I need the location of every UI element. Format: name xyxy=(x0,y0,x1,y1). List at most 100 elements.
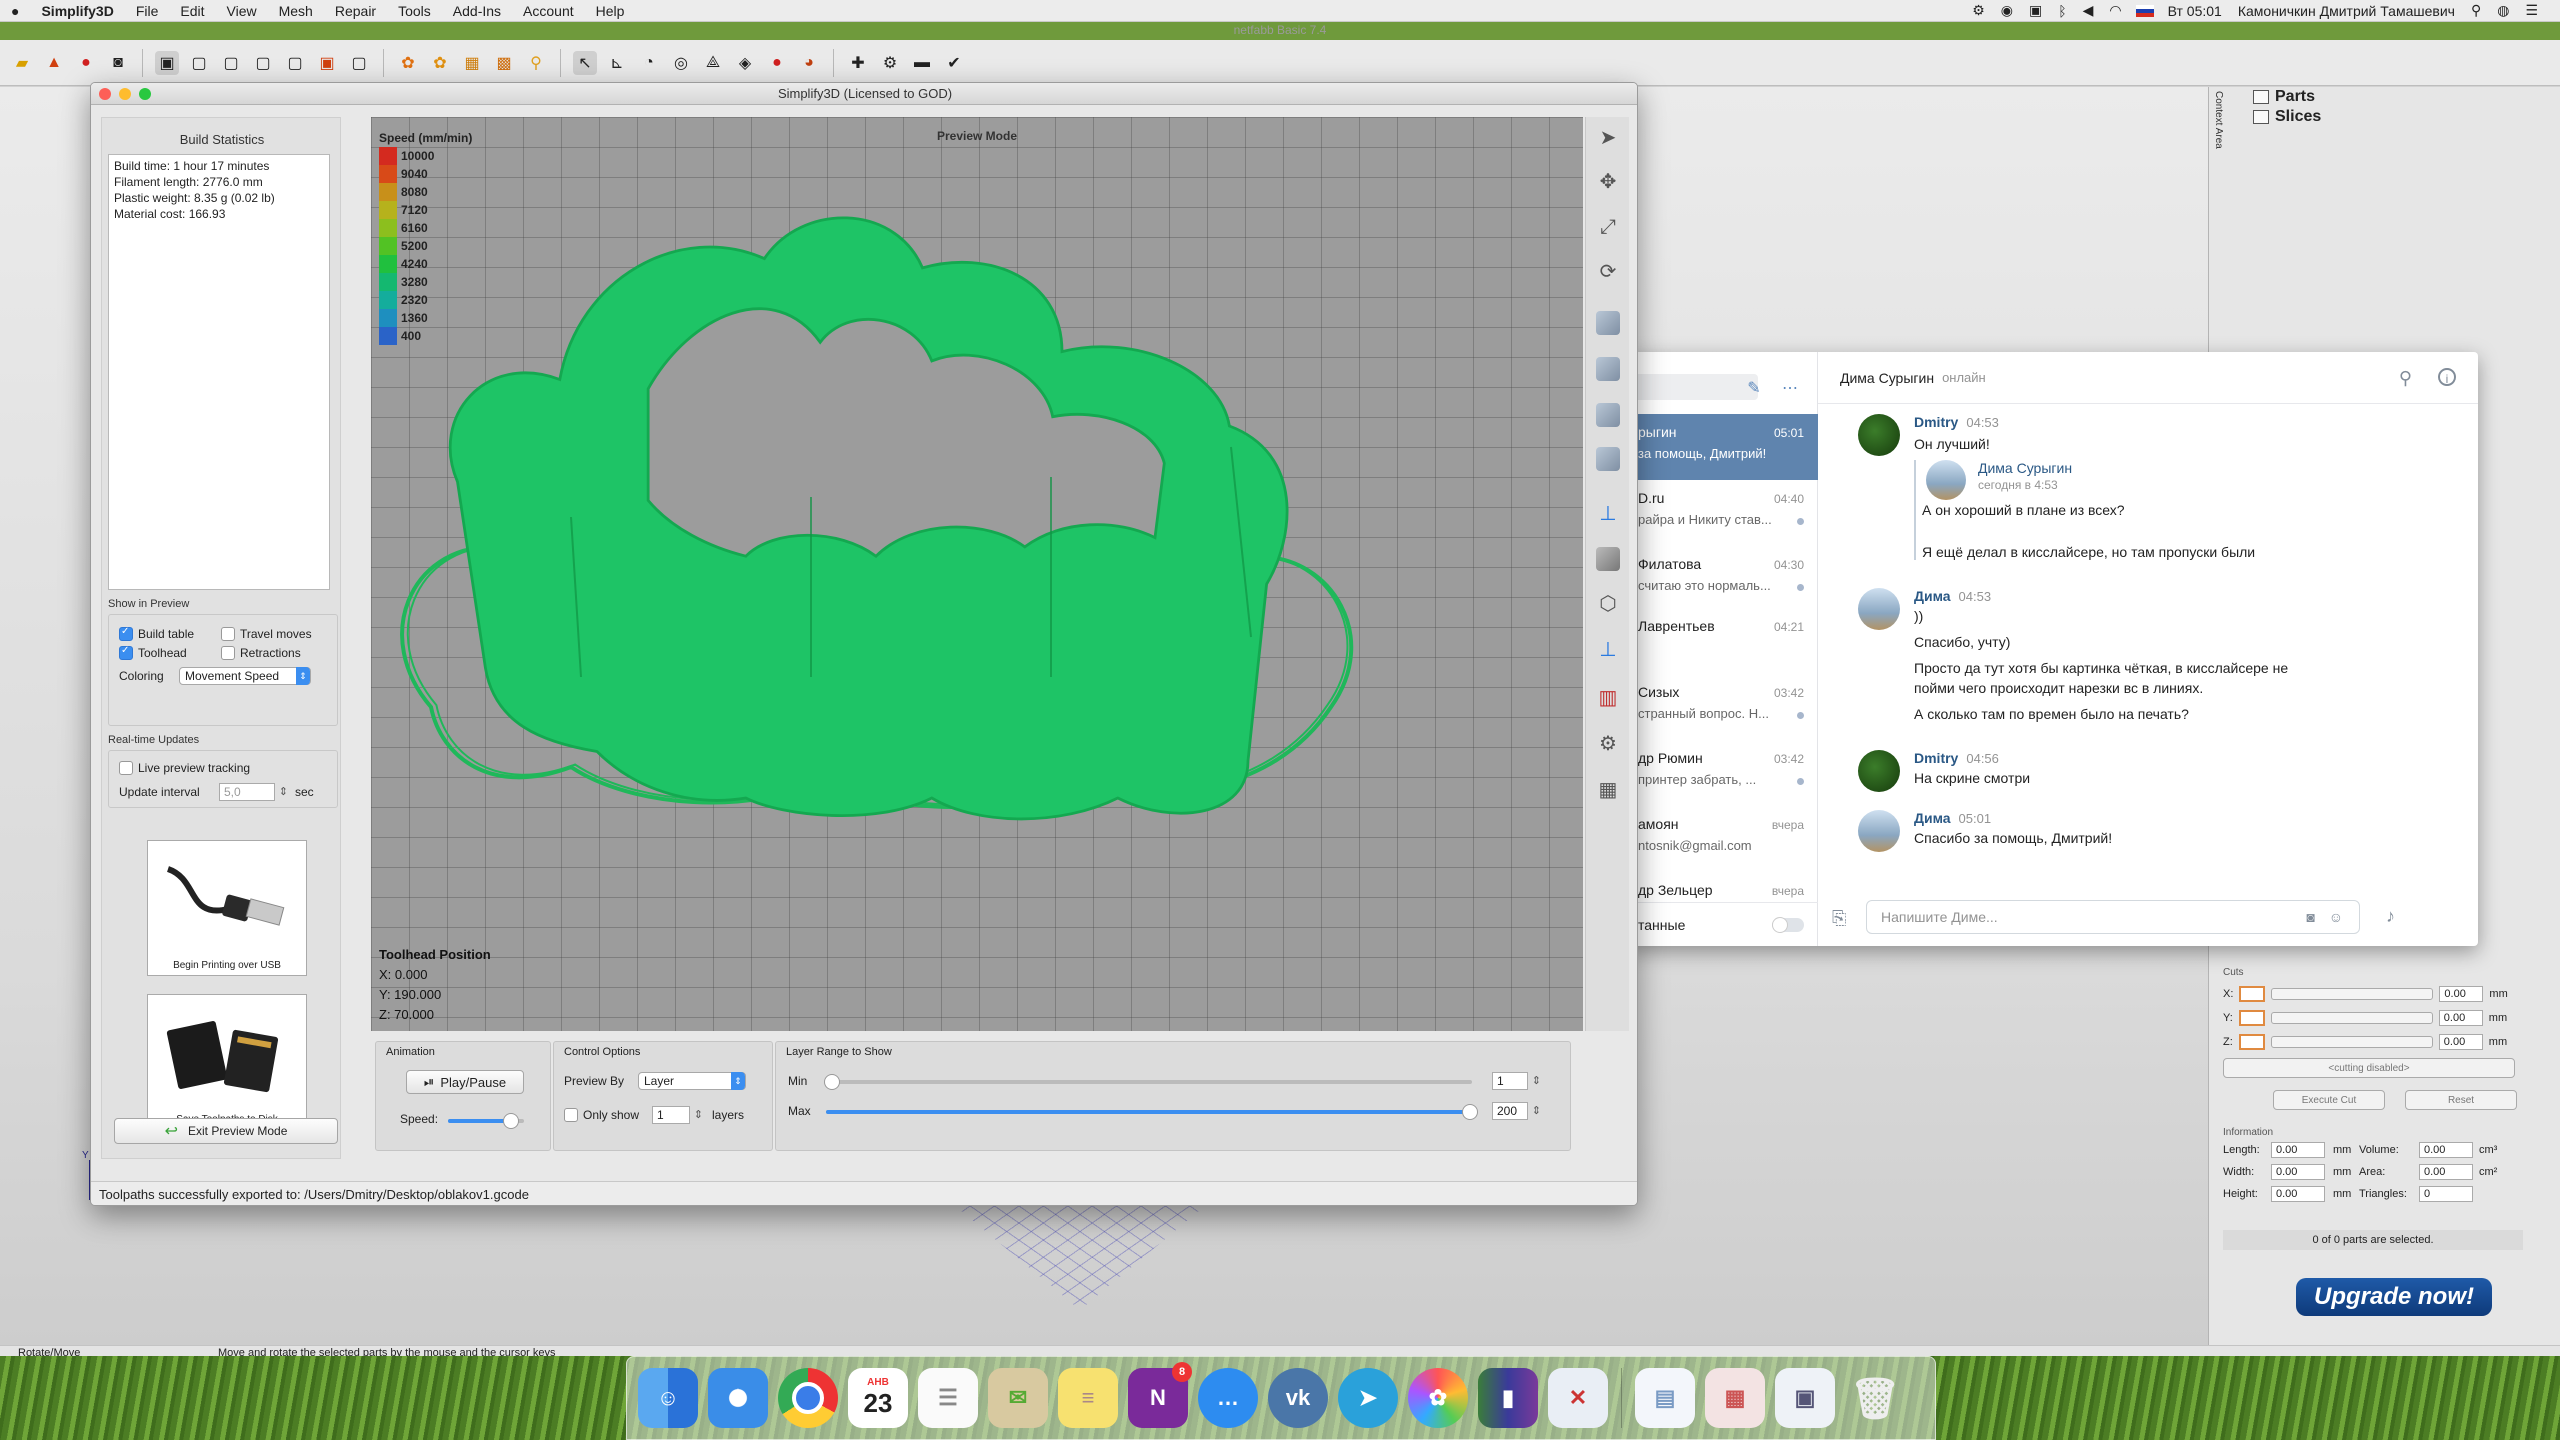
repair-icon[interactable]: ● xyxy=(74,51,98,75)
upgrade-button[interactable]: Upgrade now! xyxy=(2296,1278,2492,1316)
dialog-item[interactable]: Сизых 03:42 странный вопрос. Н... xyxy=(1630,674,1818,740)
layers-icon[interactable]: ▦ xyxy=(1592,773,1624,805)
chat-info-icon[interactable]: i xyxy=(2438,368,2456,386)
calendar-icon[interactable]: АНВ 23 xyxy=(848,1368,908,1428)
chrome-icon[interactable] xyxy=(778,1368,838,1428)
notes-icon[interactable]: ≡ xyxy=(1058,1368,1118,1428)
view-iso-icon[interactable]: ▢ xyxy=(347,51,371,75)
surface-icon[interactable]: ◎ xyxy=(669,51,693,75)
execute-cut-button[interactable]: Execute Cut xyxy=(2273,1090,2385,1110)
dialog-item[interactable]: др Рюмин 03:42 принтер забрать, ... xyxy=(1630,740,1818,806)
minimize-icon[interactable] xyxy=(119,88,131,100)
reset-button[interactable]: Reset xyxy=(2405,1090,2517,1110)
speed-slider-knob[interactable] xyxy=(503,1113,520,1129)
forwarded-author[interactable]: Дима Сурыгин xyxy=(1978,460,2072,476)
dialog-item[interactable]: рыгин 05:01 за помощь, Дмитрий! xyxy=(1630,414,1818,480)
menu-edit[interactable]: Edit xyxy=(169,3,215,19)
cut-slider[interactable] xyxy=(2271,988,2434,1000)
tree-item-parts[interactable]: Parts xyxy=(2253,87,2321,107)
documents-icon[interactable]: ▤ xyxy=(1635,1368,1695,1428)
view-front-icon[interactable]: ▣ xyxy=(155,50,179,75)
trash-icon[interactable]: 🗑 xyxy=(1845,1368,1905,1428)
menu-file[interactable]: File xyxy=(125,3,170,19)
view-top-cube-icon[interactable] xyxy=(1596,403,1620,427)
open-icon[interactable]: ▰ xyxy=(10,51,34,75)
dialog-item[interactable]: амоян вчера ntosnik@gmail.com xyxy=(1630,806,1818,872)
dialog-item[interactable]: Филатова 04:30 считаю это нормаль... xyxy=(1630,546,1818,612)
save-toolpaths-card[interactable]: Save Toolpaths to Disk xyxy=(147,994,307,1130)
photos-icon[interactable]: ✿ xyxy=(1408,1368,1468,1428)
color-icon[interactable]: ● xyxy=(765,51,789,75)
menu-view[interactable]: View xyxy=(216,3,268,19)
view-right-icon[interactable]: ▢ xyxy=(251,51,275,75)
camera-icon[interactable]: ◙ xyxy=(2307,909,2315,925)
clock[interactable]: Вт 05:01 xyxy=(2160,3,2230,19)
view-bottom-icon[interactable]: ▣ xyxy=(315,51,339,75)
view-back-icon[interactable]: ▢ xyxy=(187,51,211,75)
app-menu[interactable]: Simplify3D xyxy=(30,3,124,19)
attach-icon[interactable]: ⎘ xyxy=(1832,908,1846,929)
only-show-checkbox[interactable]: Only show xyxy=(564,1108,639,1122)
build-table-checkbox[interactable]: Build table xyxy=(119,626,194,641)
message-author[interactable]: Dmitry 04:56 xyxy=(1914,750,1999,766)
user-name[interactable]: Камоничкин Дмитрий Тамашевич xyxy=(2230,3,2463,19)
coloring-select[interactable]: Movement Speed ⇕ xyxy=(179,667,311,685)
retractions-checkbox[interactable]: Retractions xyxy=(221,646,301,660)
finder-icon[interactable]: ☺ xyxy=(638,1368,698,1428)
tree-item-slices[interactable]: Slices xyxy=(2253,107,2321,127)
cura-icon[interactable]: ▮ xyxy=(1478,1368,1538,1428)
message-author[interactable]: Дима 04:53 xyxy=(1914,588,1991,604)
scale-icon[interactable]: ⤢ xyxy=(1592,211,1624,243)
mail-stamp-icon[interactable]: ✉ xyxy=(988,1368,1048,1428)
dialog-item[interactable]: Лаврентьев 04:21 xyxy=(1630,608,1818,674)
shell-icon[interactable]: ◈ xyxy=(733,51,757,75)
max-layer-slider[interactable] xyxy=(826,1104,1478,1120)
close-icon[interactable] xyxy=(99,88,111,100)
chat-search-icon[interactable]: ⚲ xyxy=(2399,368,2412,389)
menu-help[interactable]: Help xyxy=(585,3,636,19)
view-left-icon[interactable]: ▢ xyxy=(219,51,243,75)
wireframe-icon[interactable]: ⬡ xyxy=(1592,587,1624,619)
cut-color-swatch[interactable] xyxy=(2238,1010,2265,1026)
light-icon[interactable]: ◔ xyxy=(637,51,661,75)
netfabb-icon[interactable]: ✕ xyxy=(1548,1368,1608,1428)
menu-tools[interactable]: Tools xyxy=(387,3,442,19)
rotate-icon[interactable]: ⟳ xyxy=(1592,255,1624,287)
solid-view-icon[interactable] xyxy=(1596,547,1620,571)
max-layer-field[interactable]: 200 xyxy=(1492,1102,1541,1120)
travel-moves-checkbox[interactable]: Travel moves xyxy=(221,627,312,641)
sphere-icon[interactable]: ◕ xyxy=(797,51,821,75)
mesh-tool-icon[interactable]: ✿ xyxy=(396,51,420,75)
dialog-item[interactable]: D.ru 04:40 райра и Никиту став... xyxy=(1630,480,1818,546)
avatar[interactable] xyxy=(1858,810,1900,852)
dialog-item[interactable]: др Зельцер вчера xyxy=(1630,872,1818,902)
live-tracking-checkbox[interactable]: Live preview tracking xyxy=(119,761,250,775)
more-icon[interactable]: ⋯ xyxy=(1780,378,1800,398)
vk-app-icon[interactable]: vk xyxy=(1268,1368,1328,1428)
play-pause-button[interactable]: ⏯ Play/Pause xyxy=(406,1070,524,1094)
notification-center-icon[interactable]: ☰ xyxy=(2517,2,2546,19)
settings-icon[interactable]: ⚙ xyxy=(878,51,902,75)
emoji-icon[interactable]: ☺ xyxy=(2329,909,2343,925)
toolhead-checkbox[interactable]: Toolhead xyxy=(119,645,187,660)
move-icon[interactable]: ✥ xyxy=(1592,165,1624,197)
wifi-icon[interactable]: ◠ xyxy=(2101,2,2129,19)
message-input[interactable]: Напишите Диме... ◙ ☺ xyxy=(1866,900,2360,934)
select-arrow-icon[interactable]: ↖ xyxy=(573,50,597,75)
flag-ru-icon[interactable] xyxy=(2135,4,2154,17)
desktop-folder-icon[interactable]: ▣ xyxy=(1775,1368,1835,1428)
gear-status-icon[interactable]: ⚙ xyxy=(1964,2,1993,19)
view-top-icon[interactable]: ▢ xyxy=(283,51,307,75)
bluetooth-icon[interactable]: ᛒ xyxy=(2050,3,2074,19)
avatar[interactable] xyxy=(1858,414,1900,456)
avatar[interactable] xyxy=(1858,588,1900,630)
menu-mesh[interactable]: Mesh xyxy=(268,3,324,19)
cut-color-swatch[interactable] xyxy=(2238,1034,2265,1050)
exit-preview-button[interactable]: ↩ Exit Preview Mode xyxy=(114,1118,338,1144)
min-layer-knob[interactable] xyxy=(824,1074,840,1090)
preview-viewport[interactable]: Preview Mode Speed (mm/min) 10000 9040 808… xyxy=(371,117,1583,1031)
menu-repair[interactable]: Repair xyxy=(324,3,387,19)
message-author[interactable]: Dmitry 04:53 xyxy=(1914,414,1999,430)
menu-add-ins[interactable]: Add-Ins xyxy=(442,3,512,19)
cutting-mode-select[interactable]: <cutting disabled> xyxy=(2223,1058,2515,1078)
